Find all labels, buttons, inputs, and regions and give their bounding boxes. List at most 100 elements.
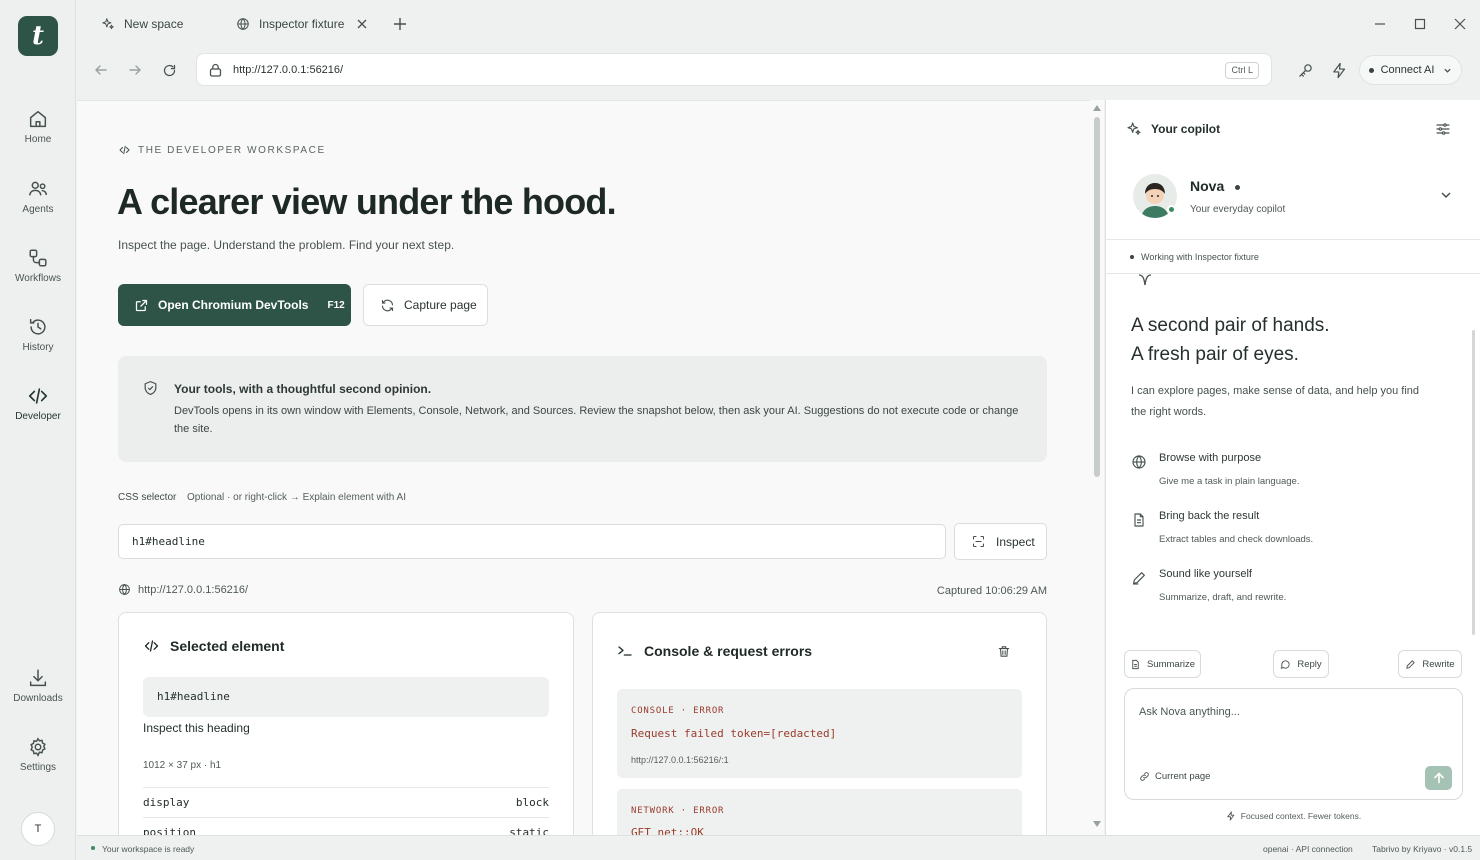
console-errors-card: Console & request errors CONSOLE · ERROR… — [592, 612, 1047, 835]
rail-item-developer[interactable]: Developer — [0, 385, 76, 441]
status-api: openai · API connection — [1263, 844, 1353, 854]
forward-button[interactable] — [125, 60, 145, 80]
copilot-settings-button[interactable] — [1435, 121, 1453, 139]
chip-label: Rewrite — [1422, 658, 1455, 670]
property-name: position — [143, 826, 196, 835]
rail-item-downloads[interactable]: Downloads — [0, 667, 76, 723]
keys-button[interactable] — [1295, 60, 1315, 80]
pen-icon — [1133, 572, 1145, 585]
copilot-scrollbar[interactable] — [1472, 330, 1475, 635]
open-devtools-button[interactable]: Open Chromium DevTools F12 — [118, 284, 351, 326]
active-dot-icon — [1235, 184, 1241, 190]
tab-inspector-fixture[interactable]: Inspector fixture — [236, 12, 344, 36]
rail-label: Settings — [19, 762, 57, 773]
tab-close-button[interactable] — [352, 14, 372, 34]
web-page: THE DEVELOPER WORKSPACE A clearer view u… — [77, 100, 1090, 835]
capture-label: Capture page — [404, 298, 477, 312]
selected-selector: h1#headline — [143, 677, 549, 717]
rail-item-history[interactable]: History — [0, 316, 76, 372]
new-tab-button[interactable] — [390, 14, 410, 34]
terminal-icon — [618, 646, 632, 656]
rail-item-agents[interactable]: Agents — [0, 178, 76, 234]
inspect-label: Inspect — [996, 534, 1035, 549]
error-message: Request failed token=[redacted] — [631, 727, 837, 740]
card-title: Console & request errors — [617, 643, 812, 659]
rail-item-home[interactable]: Home — [0, 108, 76, 164]
css-selector-input[interactable]: h1#headline — [118, 524, 946, 559]
history-icon — [29, 318, 46, 335]
selected-element-text: Inspect this heading — [143, 721, 250, 735]
capture-page-button[interactable]: Capture page — [363, 284, 488, 326]
user-avatar[interactable]: T — [21, 812, 55, 846]
url-text[interactable]: http://127.0.0.1:56216/ — [233, 64, 343, 76]
css-property-row: display block — [143, 787, 549, 817]
rail-label: Downloads — [13, 693, 63, 704]
css-property-row: position static — [143, 817, 549, 835]
composer-placeholder[interactable]: Ask Nova anything... — [1139, 706, 1240, 718]
property-name: display — [143, 796, 190, 809]
feature-item: Browse with purpose Give me a task in pl… — [1131, 452, 1431, 496]
lightning-icon — [1227, 811, 1235, 821]
rail-label: Home — [24, 134, 52, 145]
rail-label: Developer — [15, 411, 61, 422]
address-bar[interactable]: http://127.0.0.1:56216/ Ctrl L — [196, 53, 1272, 86]
rail-item-workflows[interactable]: Workflows — [0, 247, 76, 303]
connect-ai-label: Connect AI — [1380, 64, 1435, 76]
rail-item-settings[interactable]: Settings — [0, 736, 76, 792]
scrollbar-thumb[interactable] — [1094, 117, 1100, 477]
workflows-icon — [29, 249, 47, 267]
app-logo[interactable]: t — [18, 16, 58, 56]
external-link-icon — [135, 299, 148, 311]
error-kind: NETWORK · ERROR — [631, 806, 725, 816]
page-subline: Inspect the page. Understand the problem… — [118, 238, 455, 252]
copilot-title: Your copilot — [1151, 122, 1221, 136]
summarize-chip[interactable]: Summarize — [1124, 650, 1201, 678]
card-title-text: Selected element — [170, 638, 285, 654]
composer-context-chip[interactable]: Current page — [1139, 771, 1210, 782]
agents-icon — [29, 181, 47, 196]
clear-errors-button[interactable] — [997, 644, 1017, 664]
chat-bubble-icon — [1281, 659, 1290, 669]
feature-description: Extract tables and check downloads. — [1159, 534, 1314, 545]
close-window-button[interactable] — [1450, 14, 1470, 34]
shield-check-icon — [144, 381, 157, 395]
persona-switch-button[interactable] — [1440, 189, 1454, 203]
scan-icon — [972, 535, 985, 548]
trash-icon — [998, 646, 1010, 657]
connect-ai-button[interactable]: Connect AI — [1359, 55, 1462, 85]
pen-icon — [1406, 659, 1416, 669]
open-devtools-label: Open Chromium DevTools — [158, 298, 309, 312]
actions-button[interactable] — [1329, 60, 1349, 80]
lightning-icon — [1332, 62, 1345, 78]
code-icon — [144, 640, 159, 652]
property-value: block — [515, 796, 549, 809]
tab-new-space[interactable]: New space — [101, 12, 183, 36]
info-callout: Your tools, with a thoughtful second opi… — [118, 356, 1047, 462]
globe-icon — [237, 18, 249, 30]
arrow-left-icon — [95, 65, 107, 75]
lock-icon — [209, 63, 222, 77]
reload-button[interactable] — [159, 60, 179, 80]
send-button[interactable] — [1425, 766, 1452, 790]
ready-dot-icon — [91, 846, 95, 850]
document-icon — [1132, 659, 1139, 669]
rail-label: Agents — [22, 204, 54, 215]
rail-label: Workflows — [15, 273, 61, 284]
reply-chip[interactable]: Reply — [1273, 650, 1329, 678]
copilot-composer[interactable]: Ask Nova anything... Current page — [1124, 688, 1463, 800]
inspect-button[interactable]: Inspect — [954, 523, 1047, 560]
copilot-footer: Focused context. Fewer tokens. — [1106, 811, 1480, 821]
star-mark-icon — [1138, 274, 1152, 286]
feature-item: Sound like yourself Summarize, draft, an… — [1131, 568, 1431, 612]
page-scrollbar[interactable] — [1090, 100, 1104, 835]
minimize-button[interactable] — [1370, 14, 1390, 34]
rewrite-chip[interactable]: Rewrite — [1398, 650, 1462, 678]
feature-title: Bring back the result — [1159, 510, 1260, 522]
back-button[interactable] — [91, 60, 111, 80]
link-icon — [1140, 772, 1149, 781]
callout-title: Your tools, with a thoughtful second opi… — [174, 382, 432, 396]
maximize-button[interactable] — [1410, 14, 1430, 34]
sparkle-icon — [102, 18, 114, 30]
shortcut-badge: Ctrl L — [1225, 62, 1259, 79]
arrow-right-icon — [129, 65, 141, 75]
